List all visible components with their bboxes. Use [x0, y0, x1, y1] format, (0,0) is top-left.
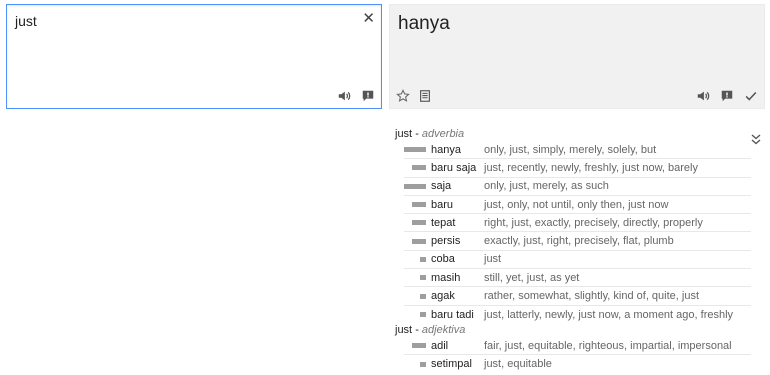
dict-separator: - [415, 128, 419, 140]
part-of-speech-label: adverbia [421, 128, 465, 140]
part-of-speech-label: adjektiva [421, 323, 466, 336]
dictionary-word[interactable]: masih [431, 272, 484, 284]
frequency-indicator [404, 202, 431, 208]
dictionary-row: agak rather, somewhat, slightly, kind of,… [404, 287, 751, 306]
dictionary-row: tepat right, just, exactly, precisely, di… [404, 214, 751, 233]
dictionary-word[interactable]: baru saja [431, 162, 484, 174]
source-toolbar [337, 89, 375, 103]
dict-separator: - [415, 323, 419, 336]
frequency-indicator [404, 312, 431, 318]
document-list-icon[interactable] [418, 89, 432, 103]
frequency-indicator [404, 147, 431, 153]
dictionary-word[interactable]: hanya [431, 144, 484, 156]
frequency-bar [412, 238, 426, 244]
translation-text[interactable]: hanya [398, 13, 450, 35]
source-text[interactable]: just [15, 13, 37, 29]
frequency-indicator [404, 343, 431, 349]
frequency-indicator [404, 256, 431, 262]
dictionary-row: setimpal just, equitable [404, 355, 751, 373]
reverse-translations: just, recently, newly, freshly, just now… [484, 161, 698, 174]
frequency-bar [420, 275, 426, 281]
frequency-indicator [404, 275, 431, 281]
listen-speaker-icon[interactable] [337, 89, 351, 103]
dictionary-word[interactable]: agak [431, 290, 484, 302]
checkmark-icon[interactable] [744, 89, 758, 103]
reverse-translations: only, just, merely, as such [484, 180, 609, 193]
dictionary-word[interactable]: persis [431, 235, 484, 247]
reverse-translations: rather, somewhat, slightly, kind of, qui… [484, 290, 700, 303]
dictionary-word[interactable]: saja [431, 180, 484, 192]
frequency-bar [420, 312, 426, 318]
dictionary-word[interactable]: baru tadi [431, 309, 484, 321]
reverse-translations: right, just, exactly, precisely, directl… [484, 216, 703, 229]
frequency-bar [404, 147, 426, 153]
dictionary-row: persis exactly, just, right, precisely, f… [404, 232, 751, 251]
reverse-translations: just, equitable [484, 358, 552, 371]
dict-term: just [395, 128, 413, 140]
dictionary-word[interactable]: adil [431, 340, 484, 352]
dictionary-row: adil fair, just, equitable, righteous, im… [404, 337, 751, 356]
expand-chevron-icon[interactable] [750, 132, 762, 146]
dictionary-row: coba just [404, 251, 751, 270]
dictionary-panel: just - adverbia hanya only, just, simply, … [395, 128, 761, 374]
reverse-translations: exactly, just, right, precisely, flat, p… [484, 235, 674, 248]
dictionary-groups: just - adverbia hanya only, just, simply, … [395, 128, 751, 374]
frequency-indicator [404, 361, 431, 367]
reverse-translations: just, latterly, newly, just now, a momen… [484, 308, 734, 321]
frequency-bar [404, 183, 426, 189]
dictionary-row: baru saja just, recently, newly, freshly,… [404, 159, 751, 178]
feedback-flag-icon[interactable] [720, 89, 734, 103]
part-of-speech-header: just - adjektiva [395, 324, 751, 337]
dictionary-row: saja only, just, merely, as such [404, 178, 751, 196]
frequency-indicator [404, 183, 431, 189]
reverse-translations: just [484, 253, 502, 266]
dictionary-row: baru tadi just, latterly, newly, just now… [404, 306, 751, 324]
translation-toolbar-left [396, 89, 432, 103]
dictionary-row: masih still, yet, just, as yet [404, 269, 751, 288]
dictionary-row: hanya only, just, simply, merely, solely,… [404, 141, 751, 160]
frequency-indicator [404, 220, 431, 226]
frequency-bar [412, 165, 426, 171]
frequency-indicator [404, 165, 431, 171]
dictionary-word[interactable]: setimpal [431, 358, 484, 370]
part-of-speech-header: just - adverbia [395, 128, 751, 141]
star-icon[interactable] [396, 89, 410, 103]
frequency-bar [412, 343, 426, 349]
listen-speaker-icon[interactable] [696, 89, 710, 103]
dictionary-word[interactable]: baru [431, 199, 484, 211]
reverse-translations: just, only, not until, only then, just n… [484, 198, 669, 211]
reverse-translations: only, just, simply, merely, solely, but [484, 143, 657, 156]
dictionary-word[interactable]: tepat [431, 217, 484, 229]
frequency-indicator [404, 238, 431, 244]
frequency-bar [412, 202, 426, 208]
translation-toolbar-right [696, 89, 758, 103]
frequency-bar [420, 256, 426, 262]
reverse-translations: fair, just, equitable, righteous, impart… [484, 339, 732, 352]
frequency-bar [420, 361, 426, 367]
clear-text-icon[interactable]: ✕ [362, 9, 375, 27]
dict-term: just [395, 323, 413, 336]
reverse-translations: still, yet, just, as yet [484, 271, 580, 284]
frequency-bar [412, 220, 426, 226]
feedback-flag-icon[interactable] [361, 89, 375, 103]
source-text-area[interactable]: just ✕ [6, 4, 382, 109]
frequency-bar [420, 293, 426, 299]
frequency-indicator [404, 293, 431, 299]
dictionary-row: baru just, only, not until, only then, ju… [404, 196, 751, 215]
translation-result-area: hanya [389, 4, 765, 109]
dictionary-word[interactable]: coba [431, 253, 484, 265]
